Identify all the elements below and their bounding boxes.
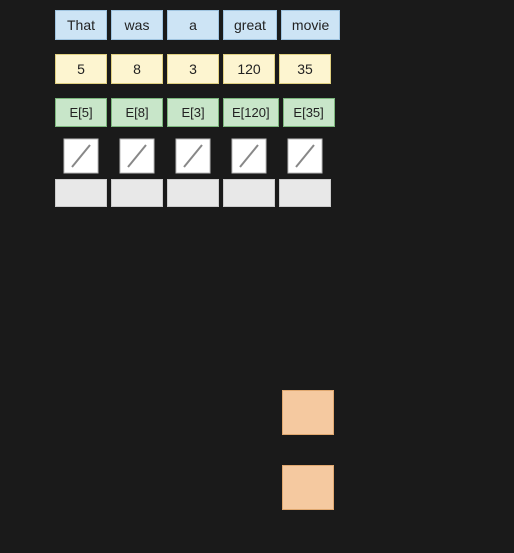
embedding-row: E[5] E[8] E[3] E[120] E[35] (55, 98, 514, 127)
peach-box-top (282, 390, 334, 435)
word-box-great: great (223, 10, 277, 40)
small-box-5 (279, 179, 331, 207)
slash-row (55, 137, 514, 175)
word-box-a: a (167, 10, 219, 40)
num-box-120: 120 (223, 54, 275, 84)
embed-box-5: E[5] (55, 98, 107, 127)
embed-box-8: E[8] (111, 98, 163, 127)
word-box-was: was (111, 10, 163, 40)
word-box-that: That (55, 10, 107, 40)
slash-icon-4 (223, 137, 275, 175)
num-box-35: 35 (279, 54, 331, 84)
slash-icon-5 (279, 137, 331, 175)
slash-icon-3 (167, 137, 219, 175)
num-box-5: 5 (55, 54, 107, 84)
small-box-3 (167, 179, 219, 207)
embed-box-35: E[35] (283, 98, 335, 127)
num-box-3: 3 (167, 54, 219, 84)
small-box-1 (55, 179, 107, 207)
word-row: That was a great movie (55, 10, 514, 40)
num-box-8: 8 (111, 54, 163, 84)
embed-box-3: E[3] (167, 98, 219, 127)
small-box-2 (111, 179, 163, 207)
slash-icon-1 (55, 137, 107, 175)
embed-box-120: E[120] (223, 98, 279, 127)
small-box-row (55, 179, 514, 207)
small-box-4 (223, 179, 275, 207)
peach-box-bottom (282, 465, 334, 510)
slash-icon-2 (111, 137, 163, 175)
word-box-movie: movie (281, 10, 340, 40)
number-row: 5 8 3 120 35 (55, 54, 514, 84)
